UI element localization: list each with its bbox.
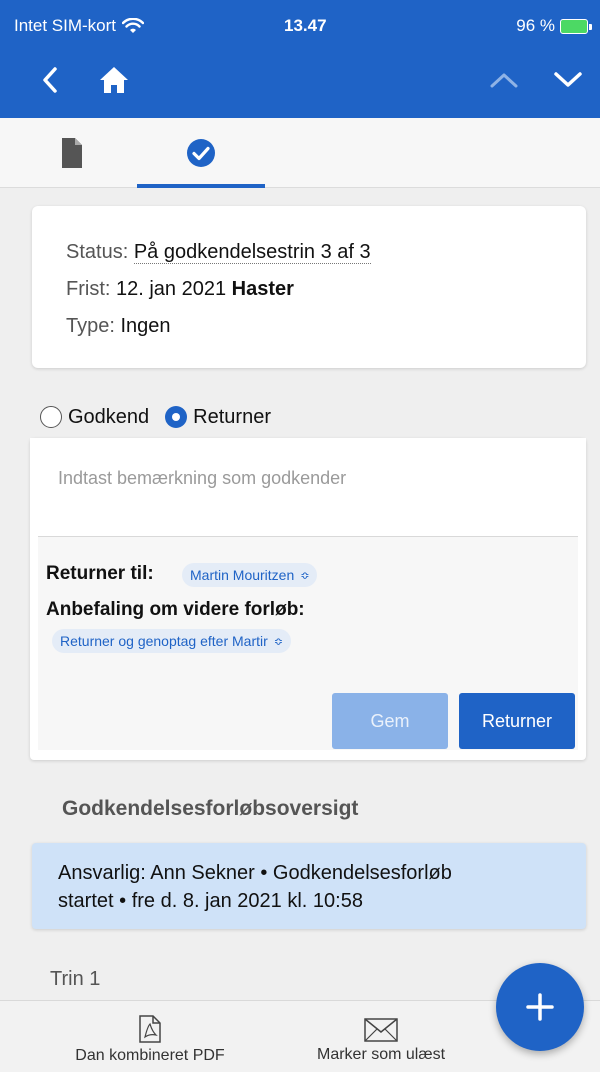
status-value[interactable]: På godkendelsestrin 3 af 3: [133, 241, 371, 264]
comment-input[interactable]: Indtast bemærkning som godkender: [30, 438, 586, 536]
status-label: Status:: [66, 241, 129, 263]
overview-title: Godkendelsesforløbsoversigt: [62, 797, 359, 820]
status-bar: Intet SIM-kort 13.47 96 %: [0, 0, 600, 48]
return-form: Indtast bemærkning som godkender Returne…: [30, 438, 586, 760]
select-arrows-icon: ≎: [300, 569, 310, 582]
home-button[interactable]: [92, 58, 136, 102]
type-value: Ingen: [120, 315, 171, 337]
wifi-icon: [122, 18, 145, 33]
top-bar: Intet SIM-kort 13.47 96 %: [0, 0, 600, 118]
pdf-icon: [139, 1015, 161, 1043]
chevron-up-icon: [490, 73, 518, 88]
envelope-icon: [364, 1018, 398, 1042]
return-radio[interactable]: [165, 406, 188, 428]
home-icon: [100, 67, 128, 93]
deadline-row: Frist: 12. jan 2021 Haster: [66, 271, 586, 308]
clock: 13.47: [284, 16, 327, 35]
save-button[interactable]: Gem: [332, 693, 448, 749]
history-line-1: Ansvarlig: Ann Sekner • Godkendelsesforl…: [58, 862, 452, 884]
previous-button[interactable]: [482, 58, 526, 102]
step-heading: Trin 1: [50, 968, 101, 990]
tab-bar: [0, 118, 600, 188]
battery-percent: 96 %: [516, 16, 555, 35]
mark-unread-label: Marker som ulæst: [316, 1046, 446, 1063]
type-row: Type: Ingen: [66, 308, 586, 345]
decision-radio-group: Godkend Returner: [40, 402, 271, 432]
tab-document[interactable]: [30, 118, 114, 188]
status-row: Status: På godkendelsestrin 3 af 3: [66, 234, 586, 271]
history-line-2: startet • fre d. 8. jan 2021 kl. 10:58: [58, 890, 363, 912]
document-icon: [62, 138, 82, 168]
return-to-value: Martin Mouritzen: [190, 567, 295, 583]
recommendation-value: Returner og genoptag efter Martir: [60, 633, 268, 649]
battery-icon: [560, 18, 592, 34]
recommendation-select[interactable]: Returner og genoptag efter Martir ≎: [52, 629, 291, 653]
return-label[interactable]: Returner: [193, 406, 271, 429]
mark-unread-button[interactable]: Marker som ulæst: [296, 1001, 466, 1072]
type-label: Type:: [66, 315, 115, 337]
check-circle-icon: [187, 139, 215, 167]
chevron-down-icon: [554, 72, 582, 87]
chevron-left-icon: [43, 67, 57, 93]
combined-pdf-label: Dan kombineret PDF: [75, 1047, 225, 1064]
approve-radio[interactable]: [40, 406, 62, 428]
plus-icon: [526, 993, 554, 1021]
deadline-label: Frist:: [66, 278, 111, 300]
active-tab-indicator: [137, 184, 265, 188]
approve-label[interactable]: Godkend: [68, 406, 149, 429]
return-to-label: Returner til:: [46, 563, 154, 584]
carrier: Intet SIM-kort: [14, 16, 145, 36]
deadline-value: 12. jan 2021: [116, 278, 227, 300]
combined-pdf-button[interactable]: Dan kombineret PDF: [58, 1001, 242, 1072]
back-button[interactable]: [28, 58, 72, 102]
history-entry: Ansvarlig: Ann Sekner • Godkendelsesforl…: [32, 843, 586, 929]
carrier-label: Intet SIM-kort: [14, 16, 117, 35]
return-button[interactable]: Returner: [459, 693, 575, 749]
tab-approval[interactable]: [137, 118, 265, 188]
urgent-flag: Haster: [231, 278, 294, 300]
next-button[interactable]: [546, 58, 590, 102]
recommendation-label: Anbefaling om videre forløb:: [46, 599, 305, 620]
return-to-select[interactable]: Martin Mouritzen ≎: [182, 563, 318, 587]
return-options: Returner til: Martin Mouritzen ≎ Anbefal…: [38, 536, 578, 750]
add-button[interactable]: [496, 963, 584, 1051]
battery-indicator: 96 %: [516, 16, 592, 36]
status-card: Status: På godkendelsestrin 3 af 3 Frist…: [32, 206, 586, 368]
select-arrows-icon: ≎: [273, 635, 283, 648]
